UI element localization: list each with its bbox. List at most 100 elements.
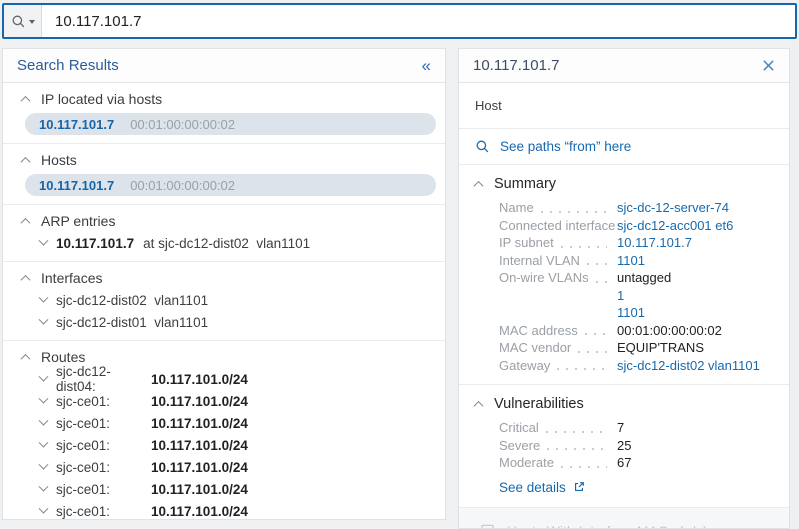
section-title: ARP entries [41, 213, 115, 229]
arp-location: at sjc-dc12-dist02 vlan1101 [143, 236, 310, 251]
chevron-down-icon[interactable] [39, 481, 49, 491]
section-header-hosts[interactable]: Hosts [3, 150, 445, 170]
chevron-up-icon[interactable] [474, 180, 484, 190]
disabled-section-label: Hosts With Interface MACs (n/a) [507, 523, 708, 529]
chevron-up-icon[interactable] [21, 274, 31, 284]
route-row[interactable]: sjc-ce01: 10.117.101.0/24 [3, 391, 445, 411]
chevron-up-icon[interactable] [474, 400, 484, 410]
chevron-down-icon[interactable] [39, 371, 49, 381]
route-prefix: 10.117.101.0/24 [151, 416, 248, 431]
search-bar[interactable]: 10.117.101.7 [2, 3, 797, 39]
chevron-down-icon[interactable] [39, 437, 49, 447]
chevron-down-icon[interactable] [39, 459, 49, 469]
arp-ip: 10.117.101.7 [56, 236, 134, 251]
summary-row-connected-interface: Connected interface sjc-dc12-acc001 et6 [475, 217, 773, 235]
kv-value-link[interactable]: sjc-dc-12-server-74 [617, 199, 729, 217]
section-header-ip-located[interactable]: IP located via hosts [3, 89, 445, 109]
detail-header: 10.117.101.7 [459, 49, 789, 83]
kv-value-link[interactable]: 10.117.101.7 [617, 234, 692, 252]
route-prefix: 10.117.101.0/24 [151, 394, 248, 409]
chevron-down-icon[interactable] [39, 503, 49, 513]
section-summary: Summary Name sjc-dc-12-server-74 Connect… [459, 165, 789, 385]
route-row[interactable]: sjc-ce01: 10.117.101.0/24 [3, 435, 445, 455]
route-row[interactable]: sjc-dc12-dist04: 10.117.101.0/24 [3, 369, 445, 389]
see-details-label: See details [499, 480, 566, 495]
see-paths-label: See paths “from” here [500, 139, 631, 154]
collapse-panel-icon[interactable]: « [420, 57, 433, 74]
route-row[interactable]: sjc-ce01: 10.117.101.0/24 [3, 501, 445, 520]
chevron-up-icon[interactable] [21, 353, 31, 363]
kv-value-link[interactable]: 1101 [617, 304, 645, 322]
chevron-up-icon[interactable] [21, 217, 31, 227]
route-row[interactable]: sjc-ce01: 10.117.101.0/24 [3, 413, 445, 433]
section-arp-entries: ARP entries 10.117.101.7 at sjc-dc12-dis… [3, 205, 445, 262]
route-prefix: 10.117.101.0/24 [151, 482, 248, 497]
chevron-down-icon[interactable] [39, 235, 49, 245]
kv-value: EQUIP'TRANS [617, 339, 704, 357]
kv-label: MAC address [499, 322, 578, 340]
search-input[interactable]: 10.117.101.7 [42, 13, 795, 30]
chip-ip[interactable]: 10.117.101.7 [39, 117, 114, 132]
see-details-link[interactable]: See details [499, 480, 585, 495]
vuln-row-severe: Severe 25 [475, 437, 773, 455]
section-title: Summary [494, 176, 556, 192]
route-prefix: 10.117.101.0/24 [151, 372, 248, 387]
chevron-down-icon[interactable] [39, 314, 49, 324]
summary-row-mac-address: MAC address 00:01:00:00:00:02 [475, 322, 773, 340]
kv-value-link[interactable]: sjc-dc12-acc001 et6 [617, 217, 733, 235]
section-title: Interfaces [41, 270, 102, 286]
kv-value-link[interactable]: 1101 [617, 252, 645, 270]
chevron-up-icon[interactable] [21, 156, 31, 166]
kv-label: Severe [499, 437, 540, 455]
close-button[interactable] [760, 57, 777, 74]
chip-mac: 00:01:00:00:00:02 [130, 178, 235, 193]
host-chip[interactable]: 10.117.101.7 00:01:00:00:00:02 [25, 174, 436, 196]
section-title: Routes [41, 349, 85, 365]
see-paths-link[interactable]: See paths “from” here [459, 129, 789, 165]
summary-row-onwire-vlans: On-wire VLANs untagged [475, 269, 773, 287]
vulnerabilities-header[interactable]: Vulnerabilities [475, 394, 773, 414]
search-type-dropdown[interactable] [4, 5, 42, 37]
kv-label: Internal VLAN [499, 252, 580, 270]
kv-value-link[interactable]: 1 [617, 287, 624, 305]
table-icon [480, 523, 495, 529]
section-ip-located-via-hosts: IP located via hosts 10.117.101.7 00:01:… [3, 83, 445, 144]
kv-label: IP subnet [499, 234, 554, 252]
chevron-down-icon[interactable] [39, 393, 49, 403]
vuln-row-critical: Critical 7 [475, 419, 773, 437]
interface-name: sjc-dc12-dist02 vlan1101 [56, 293, 208, 308]
route-row[interactable]: sjc-ce01: 10.117.101.0/24 [3, 457, 445, 477]
section-header-arp[interactable]: ARP entries [3, 211, 445, 231]
summary-header[interactable]: Summary [475, 174, 773, 194]
chip-ip[interactable]: 10.117.101.7 [39, 178, 114, 193]
route-row[interactable]: sjc-ce01: 10.117.101.0/24 [3, 479, 445, 499]
interface-name: sjc-dc12-dist01 vlan1101 [56, 315, 208, 330]
entity-type-label: Host [459, 83, 789, 129]
search-icon [475, 139, 490, 154]
host-chip[interactable]: 10.117.101.7 00:01:00:00:00:02 [25, 113, 436, 135]
dotted-leader [585, 322, 607, 340]
kv-value: 00:01:00:00:00:02 [617, 322, 722, 340]
interface-row[interactable]: sjc-dc12-dist02 vlan1101 [3, 290, 445, 310]
chevron-down-icon[interactable] [39, 415, 49, 425]
summary-row-ip-subnet: IP subnet 10.117.101.7 [475, 234, 773, 252]
summary-row-onwire-vlan-1: 1 [475, 287, 773, 305]
section-header-interfaces[interactable]: Interfaces [3, 268, 445, 288]
section-hosts: Hosts 10.117.101.7 00:01:00:00:00:02 [3, 144, 445, 205]
route-device: sjc-ce01: [56, 394, 142, 409]
close-icon [762, 59, 775, 72]
dotted-leader [561, 234, 607, 252]
section-vulnerabilities: Vulnerabilities Critical 7 Severe 25 Mod… [459, 385, 789, 508]
arp-entry-row[interactable]: 10.117.101.7 at sjc-dc12-dist02 vlan1101 [3, 233, 445, 253]
route-device: sjc-ce01: [56, 460, 142, 475]
route-prefix: 10.117.101.0/24 [151, 460, 248, 475]
chevron-up-icon[interactable] [21, 95, 31, 105]
caret-down-icon [29, 20, 35, 24]
chevron-down-icon[interactable] [39, 292, 49, 302]
interface-row[interactable]: sjc-dc12-dist01 vlan1101 [3, 312, 445, 332]
section-routes: Routes sjc-dc12-dist04: 10.117.101.0/24 … [3, 341, 445, 520]
section-title: IP located via hosts [41, 91, 162, 107]
route-device: sjc-ce01: [56, 504, 142, 519]
kv-value-link[interactable]: sjc-dc12-dist02 vlan1101 [617, 357, 760, 375]
vuln-row-moderate: Moderate 67 [475, 454, 773, 472]
